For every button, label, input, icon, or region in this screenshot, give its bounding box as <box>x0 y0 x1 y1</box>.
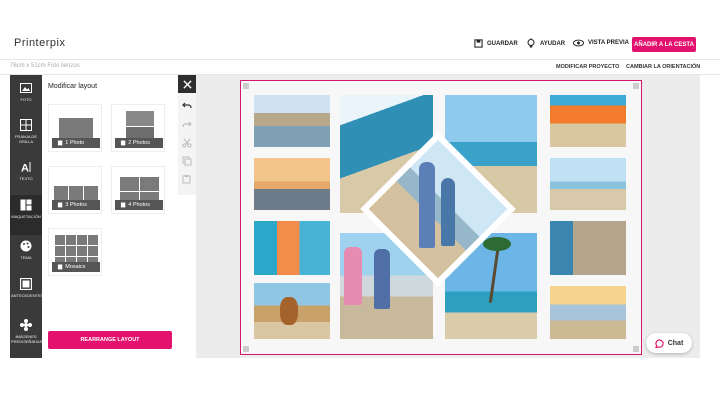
folder-icon: ▆ <box>121 202 126 208</box>
svg-text:A: A <box>21 163 29 174</box>
sidebar-label: TEXTO <box>19 176 33 181</box>
layout-label: 3 Photos <box>65 202 87 208</box>
layout-label: 2 Photos <box>128 140 150 146</box>
sidebar-item-photo[interactable]: FOTO <box>10 82 42 102</box>
clipart-icon <box>20 319 32 331</box>
photo-tile[interactable] <box>550 286 626 339</box>
diamond-image <box>368 139 508 279</box>
change-orientation-link[interactable]: CAMBIAR LA ORIENTACIÓN <box>626 64 700 70</box>
brand-logo[interactable]: Printerpix <box>14 37 65 49</box>
scissors-icon <box>182 138 192 148</box>
layout-label: 4 Photos <box>128 202 150 208</box>
add-to-cart-button[interactable]: AÑADIR A LA CESTA <box>632 37 696 52</box>
close-panel-button[interactable] <box>178 75 196 93</box>
folder-icon: ▆ <box>58 140 63 146</box>
image-icon <box>20 83 32 93</box>
photo-tile[interactable] <box>550 95 626 147</box>
product-size: 76cm x 51cm Foto lienzos <box>10 63 80 69</box>
chat-bubble-icon <box>654 338 664 348</box>
child-shape <box>344 247 362 305</box>
undo-icon <box>182 102 192 109</box>
folder-icon: ▆ <box>121 140 126 146</box>
layout-option-mosaics[interactable]: ▆ Mosaics <box>48 228 102 276</box>
copy-button[interactable] <box>181 155 193 167</box>
layout-caption: ▆ 4 Photos <box>115 200 163 210</box>
resize-handle[interactable] <box>243 346 249 352</box>
preview-label: VISTA PREVIA <box>588 40 630 46</box>
sidebar-item-text[interactable]: A TEXTO <box>10 161 42 181</box>
layout-label: Mosaics <box>65 264 86 270</box>
sidebar-label: FOTO <box>20 97 32 102</box>
sidebar-label: TEMA <box>20 255 32 260</box>
layout-label: 1 Photo <box>65 140 85 146</box>
layout-caption: ▆ 2 Photos <box>115 138 163 148</box>
sidebar-item-backgrounds[interactable]: ANTECEDENTES <box>10 278 44 298</box>
redo-icon <box>182 121 192 128</box>
dog-shape <box>280 297 298 325</box>
layout-panel: Modificar layout ▆ 1 Photo ▆ 2 Photos ▆ 3 P… <box>42 75 178 358</box>
layout-caption: ▆ 1 Photo <box>52 138 100 148</box>
diamond-photo-tile[interactable] <box>360 131 516 287</box>
resize-handle[interactable] <box>633 346 639 352</box>
paste-button[interactable] <box>181 173 193 185</box>
sidebar-item-grid-strip[interactable]: FRANJA DE GRILLA <box>10 119 42 144</box>
layout-option-1-photo[interactable]: ▆ 1 Photo <box>48 104 102 152</box>
photo-tile[interactable] <box>550 221 626 275</box>
text-icon: A <box>21 162 31 174</box>
layout-caption: ▆ Mosaics <box>52 262 100 272</box>
modify-project-link[interactable]: MODIFICAR PROYECTO <box>556 64 619 70</box>
photo-tile[interactable] <box>254 221 330 275</box>
eye-icon <box>573 39 584 47</box>
resize-handle[interactable] <box>243 83 249 89</box>
paste-icon <box>182 175 191 184</box>
photo-tile[interactable] <box>550 158 626 210</box>
child-shape <box>441 178 455 246</box>
save-button[interactable]: GUARDAR <box>474 39 518 48</box>
folder-icon: ▆ <box>58 264 63 270</box>
layout-icon <box>20 199 32 211</box>
sidebar-label: ANTECEDENTES <box>11 293 44 298</box>
layout-caption: ▆ 3 Photos <box>52 200 100 210</box>
edit-toolbar <box>178 75 196 195</box>
copy-icon <box>182 156 192 166</box>
resize-handle[interactable] <box>633 83 639 89</box>
photo-tile[interactable] <box>254 158 330 210</box>
chat-button[interactable]: Chat <box>646 333 692 353</box>
photo-tile[interactable] <box>254 283 330 339</box>
close-icon <box>182 79 192 89</box>
layout-option-3-photos[interactable]: ▆ 3 Photos <box>48 166 102 214</box>
sidebar-item-layout[interactable]: MAQUETACIÓN <box>10 195 42 235</box>
child-shape <box>419 162 435 248</box>
layout-option-2-photos[interactable]: ▆ 2 Photos <box>111 104 165 152</box>
preview-button[interactable]: VISTA PREVIA <box>573 39 629 47</box>
layout-option-4-photos[interactable]: ▆ 4 Photos <box>111 166 165 214</box>
sidebar-label: FRANJA DE GRILLA <box>14 134 37 144</box>
panel-title: Modificar layout <box>48 83 98 90</box>
folder-icon: ▆ <box>58 202 63 208</box>
save-icon <box>474 39 483 48</box>
sidebar-item-clipart[interactable]: IMÁGENES PREDISEÑADAS <box>10 319 42 344</box>
redo-button[interactable] <box>181 119 193 131</box>
lightbulb-icon <box>527 38 535 48</box>
tool-sidebar: FOTO FRANJA DE GRILLA A TEXTO MAQUETACIÓ… <box>10 75 44 358</box>
save-label: GUARDAR <box>487 40 518 47</box>
undo-button[interactable] <box>181 100 193 112</box>
sub-header: 76cm x 51cm Foto lienzos MODIFICAR PROYE… <box>0 60 720 75</box>
sidebar-label: MAQUETACIÓN <box>11 214 41 219</box>
sidebar-item-theme[interactable]: TEMA <box>10 240 42 260</box>
cut-button[interactable] <box>181 137 193 149</box>
photo-tile[interactable] <box>254 95 330 147</box>
grid-strip-icon <box>20 119 32 131</box>
chat-label: Chat <box>667 339 684 347</box>
background-icon <box>20 278 32 290</box>
help-button[interactable]: AYUDAR <box>526 38 565 49</box>
rearrange-layout-button[interactable]: REARRANGE LAYOUT <box>48 331 172 349</box>
palette-icon <box>20 240 32 252</box>
sidebar-label: IMÁGENES PREDISEÑADAS <box>11 334 43 344</box>
help-label: AYUDAR <box>540 40 566 47</box>
